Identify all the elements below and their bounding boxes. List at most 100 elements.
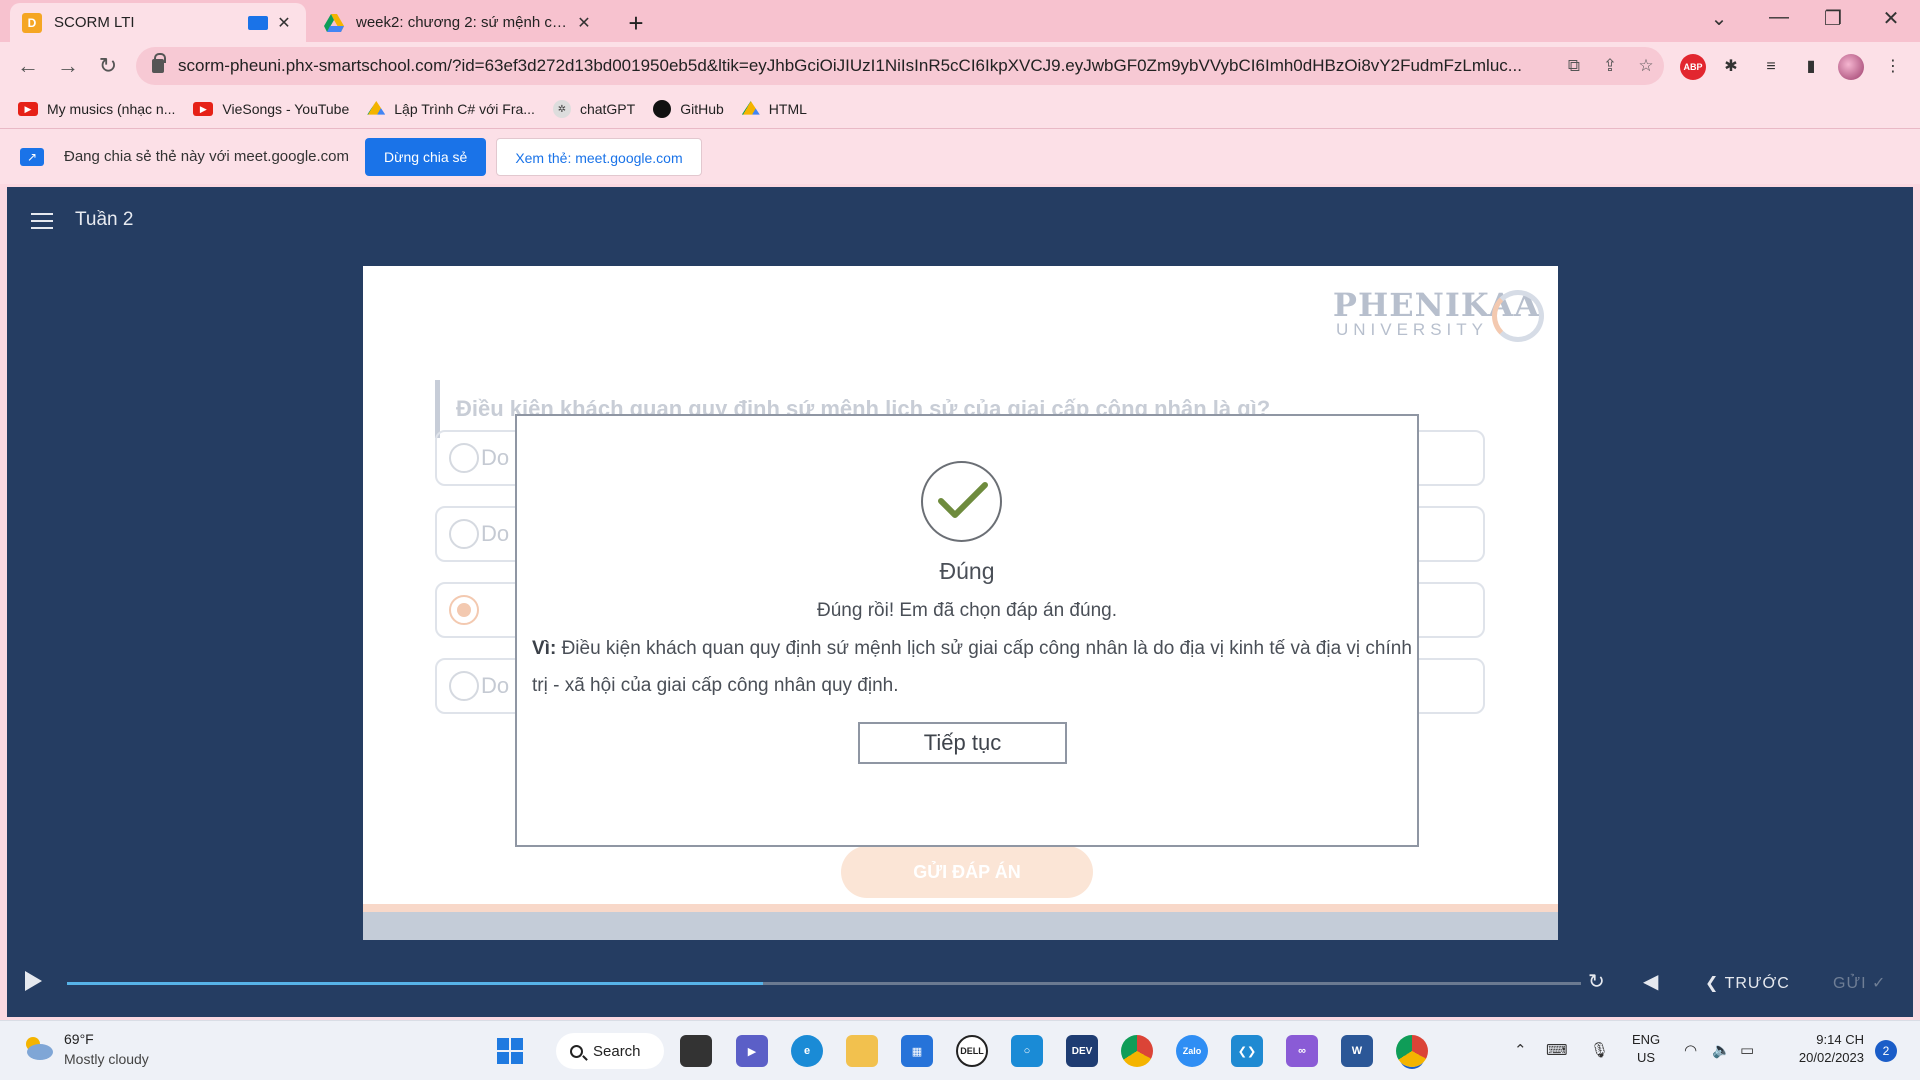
slide-footer-stripe <box>363 904 1558 940</box>
continue-button[interactable]: Tiếp tục <box>858 722 1067 764</box>
lesson-title: Tuần 2 <box>75 209 134 230</box>
address-bar[interactable]: scorm-pheuni.phx-smartschool.com/?id=63e… <box>136 47 1664 85</box>
github-icon <box>653 100 672 118</box>
radio-button[interactable] <box>449 443 479 473</box>
word-icon[interactable]: W <box>1341 1035 1373 1067</box>
battery-icon[interactable]: ▭ <box>1740 1041 1754 1059</box>
radio-button[interactable] <box>449 671 479 701</box>
side-panel-icon[interactable]: ▮ <box>1798 54 1824 80</box>
adblock-plus-icon[interactable]: ABP <box>1680 54 1706 80</box>
weather-cloudy-icon[interactable] <box>22 1035 54 1061</box>
tab-close-icon[interactable]: ✕ <box>574 13 594 33</box>
sharing-status-text: Đang chia sẻ thẻ này với meet.google.com <box>64 148 349 165</box>
app-icon[interactable]: ○ <box>1011 1035 1043 1067</box>
taskbar-search[interactable]: Search <box>556 1033 664 1069</box>
dell-icon[interactable]: DELL <box>956 1035 988 1067</box>
task-view-icon[interactable] <box>680 1035 712 1067</box>
phenikaa-logo: PHENIKAA UNIVERSITY <box>1333 286 1544 342</box>
speaker-icon[interactable]: 🔈 <box>1712 1041 1731 1059</box>
edge-icon[interactable]: e <box>791 1035 823 1067</box>
tab-title: SCORM LTI <box>54 14 135 31</box>
browser-toolbar: ← → ↻ scorm-pheuni.phx-smartschool.com/?… <box>0 42 1920 90</box>
forward-arrow-icon[interactable]: → <box>52 50 84 82</box>
view-tab-button[interactable]: Xem thẻ: meet.google.com <box>496 137 702 176</box>
bookmark-item[interactable]: HTML <box>741 101 807 117</box>
tab-sharing-infobar: ↗ Đang chia sẻ thẻ này với meet.google.c… <box>0 128 1920 184</box>
restore-button[interactable]: ❐ <box>1818 6 1848 31</box>
tab-strip: D SCORM LTI ✕ week2: chương 2: sứ mệnh c… <box>0 0 1920 42</box>
menu-kebab-icon[interactable]: ⋮ <box>1880 54 1906 80</box>
radio-button[interactable] <box>449 519 479 549</box>
youtube-icon: ▶ <box>193 102 214 116</box>
notification-badge[interactable]: 2 <box>1875 1040 1897 1062</box>
d-logo-icon: D <box>22 12 42 33</box>
show-hidden-icons-chevron-icon[interactable]: ⌃ <box>1514 1041 1527 1059</box>
bookmark-item[interactable]: GitHub <box>653 100 724 118</box>
drive-icon <box>741 101 760 115</box>
bookmark-item[interactable]: Lập Trình C# với Fra... <box>367 101 535 117</box>
chatgpt-icon: ✲ <box>552 100 571 118</box>
start-icon[interactable] <box>494 1035 526 1067</box>
submit-answer-button[interactable]: GỬI ĐÁP ÁN <box>841 846 1093 898</box>
correct-check-icon <box>921 461 1002 542</box>
screen-share-icon: ↗ <box>20 147 44 166</box>
volume-icon[interactable]: ◀ <box>1643 969 1658 994</box>
file-explorer-icon[interactable] <box>846 1035 878 1067</box>
visual-studio-icon[interactable]: ∞ <box>1286 1035 1318 1067</box>
explanation-prefix: Vì: <box>532 638 557 659</box>
chrome-profile-icon[interactable] <box>1396 1035 1428 1067</box>
microphone-icon[interactable]: 🎙 <box>1590 1041 1609 1059</box>
dev-home-icon[interactable]: DEV <box>1066 1035 1098 1067</box>
previous-button[interactable]: ❮ TRƯỚC <box>1705 973 1790 993</box>
menu-hamburger-icon[interactable] <box>31 213 53 229</box>
tab-week2[interactable]: week2: chương 2: sứ mệnh của g ✕ <box>312 3 606 42</box>
radio-button-selected[interactable] <box>449 595 479 625</box>
bookmark-item[interactable]: ▶ My musics (nhạc n... <box>18 101 175 117</box>
translate-icon[interactable]: ⧉ <box>1556 56 1592 76</box>
back-arrow-icon[interactable]: ← <box>12 50 44 82</box>
tab-scorm-lti[interactable]: D SCORM LTI ✕ <box>10 3 306 42</box>
stop-sharing-button[interactable]: Dừng chia sẻ <box>365 137 487 176</box>
store-icon[interactable]: ▦ <box>901 1035 933 1067</box>
new-tab-button[interactable]: + <box>622 8 650 39</box>
reload-icon[interactable]: ↻ <box>92 50 124 82</box>
extensions-puzzle-icon[interactable]: ✱ <box>1718 54 1744 80</box>
screen-share-indicator-icon <box>248 15 268 30</box>
vscode-icon[interactable]: ❮❯ <box>1231 1035 1263 1067</box>
zalo-icon[interactable]: Zalo <box>1176 1035 1208 1067</box>
progress-bar-fill <box>67 982 764 985</box>
progress-bar[interactable] <box>67 982 1581 985</box>
profile-avatar[interactable] <box>1838 54 1864 80</box>
feedback-title: Đúng <box>939 558 995 584</box>
bookmark-item[interactable]: ▶ VieSongs - YouTube <box>193 101 349 117</box>
tab-close-icon[interactable]: ✕ <box>274 13 294 33</box>
chrome-icon[interactable] <box>1121 1035 1153 1067</box>
chevron-left-icon: ❮ <box>1705 975 1725 992</box>
minimize-button[interactable]: — <box>1764 6 1794 29</box>
checkmark-icon: ✓ <box>1866 975 1887 992</box>
tab-search-chevron-icon[interactable]: ⌄ <box>1704 6 1734 31</box>
play-icon[interactable] <box>25 971 42 991</box>
keyboard-icon[interactable]: ⌨ <box>1546 1041 1568 1059</box>
system-clock[interactable]: 9:14 CH 20/02/2023 <box>1784 1031 1864 1067</box>
lock-icon[interactable] <box>152 53 166 73</box>
teams-icon[interactable]: ▶ <box>736 1035 768 1067</box>
drive-icon <box>367 101 386 115</box>
weather-description[interactable]: Mostly cloudy <box>64 1051 149 1067</box>
share-icon[interactable]: ⇪ <box>1592 56 1628 76</box>
submit-nav-button[interactable]: GỬI ✓ <box>1833 973 1886 993</box>
close-window-button[interactable]: ✕ <box>1876 6 1906 31</box>
language-indicator[interactable]: ENG US <box>1632 1031 1660 1067</box>
bookmark-star-icon[interactable]: ☆ <box>1628 56 1664 76</box>
feedback-message: Đúng rồi! Em đã chọn đáp án đúng. <box>817 600 1117 621</box>
media-control-icon[interactable]: ≡ <box>1758 54 1784 80</box>
logo-ring-icon <box>1492 290 1544 342</box>
url-text[interactable]: scorm-pheuni.phx-smartschool.com/?id=63e… <box>178 56 1556 76</box>
feedback-explanation: Vì: Điều kiện khách quan quy định sứ mện… <box>532 630 1412 704</box>
windows-taskbar: 69°F Mostly cloudy Search ▶ e ▦ DELL ○ D… <box>0 1020 1920 1080</box>
feedback-dialog: Đúng Đúng rồi! Em đã chọn đáp án đúng. V… <box>515 414 1419 847</box>
wifi-icon[interactable]: ◠ <box>1684 1041 1697 1059</box>
replay-icon[interactable]: ↻ <box>1588 969 1605 994</box>
weather-temperature[interactable]: 69°F <box>64 1031 94 1047</box>
bookmark-item[interactable]: ✲ chatGPT <box>552 100 635 118</box>
